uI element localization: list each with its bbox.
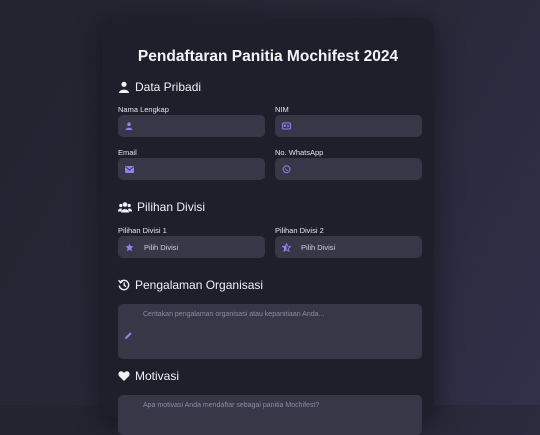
nim-field[interactable]: [275, 115, 422, 137]
history-icon: [118, 279, 130, 291]
section-personal-title: Data Pribadi: [135, 80, 202, 94]
motivation-placeholder: Apa motivasi Anda mendaftar sebagai pani…: [143, 402, 320, 409]
page-title: Pendaftaran Panitia Mochifest 2024: [137, 48, 399, 65]
section-motivation: Motivasi: [118, 369, 179, 383]
whatsapp-field[interactable]: [275, 158, 422, 180]
section-experience: Pengalaman Organisasi: [118, 278, 263, 292]
email-field[interactable]: [118, 158, 265, 180]
motivation-textarea[interactable]: Apa motivasi Anda mendaftar sebagai pani…: [118, 395, 422, 435]
envelope-icon: [124, 164, 134, 174]
id-card-icon: [281, 121, 291, 131]
division1-label: Pilihan Divisi 1: [118, 226, 167, 235]
user-icon: [124, 121, 134, 131]
whatsapp-label: No. WhatsApp: [275, 148, 324, 157]
division2-label: Pilihan Divisi 2: [275, 226, 324, 235]
section-division-title: Pilihan Divisi: [137, 200, 206, 214]
experience-textarea[interactable]: Ceritakan pengalaman organisasi atau kep…: [118, 304, 422, 359]
whatsapp-icon: [281, 164, 291, 174]
section-motivation-title: Motivasi: [135, 369, 180, 383]
star-half-icon: [281, 242, 291, 252]
section-division: Pilihan Divisi: [118, 200, 205, 214]
star-icon: [124, 242, 134, 252]
experience-placeholder: Ceritakan pengalaman organisasi atau kep…: [143, 311, 325, 318]
division2-value: Pilih Divisi: [301, 242, 336, 252]
heart-icon: [118, 370, 130, 382]
section-personal: Data Pribadi: [118, 80, 201, 94]
pencil-icon: [124, 327, 133, 339]
division1-select[interactable]: Pilih Divisi: [118, 236, 265, 258]
registration-card: Pendaftaran Panitia Mochifest 2024 Data …: [102, 18, 434, 435]
name-field[interactable]: [118, 115, 265, 137]
division1-value: Pilih Divisi: [144, 242, 179, 252]
nim-label: NIM: [275, 105, 289, 114]
users-icon: [118, 201, 132, 213]
division2-select[interactable]: Pilih Divisi: [275, 236, 422, 258]
user-icon: [118, 81, 130, 93]
name-label: Nama Lengkap: [118, 105, 169, 114]
email-label: Email: [118, 148, 137, 157]
section-experience-title: Pengalaman Organisasi: [135, 278, 264, 292]
